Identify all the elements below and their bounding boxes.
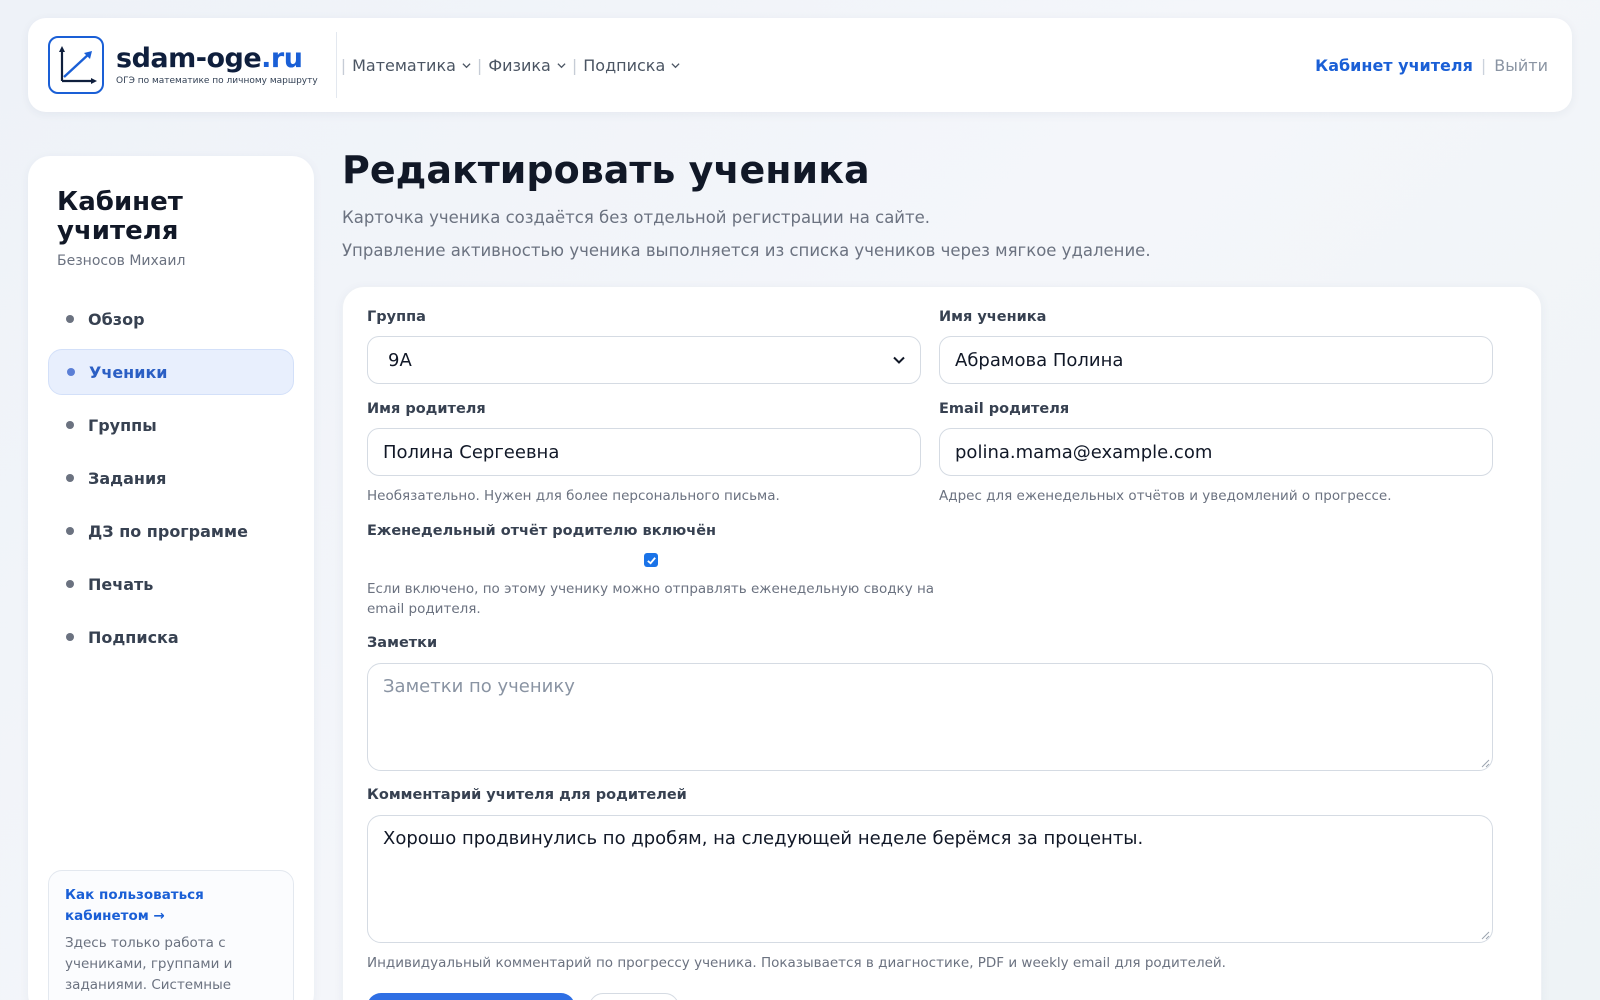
group-select[interactable]: 9А	[367, 336, 921, 384]
nav-physics-label: Физика	[488, 55, 551, 75]
notes-textarea[interactable]: Заметки по ученику	[367, 663, 1493, 771]
weekly-report-label: Еженедельный отчёт родителю включён	[367, 523, 717, 539]
sidebar-user-name: Безносов Михаил	[57, 253, 186, 269]
header-divider	[335, 32, 337, 98]
teacher-cabinet-link[interactable]: Кабинет учителя	[1315, 56, 1473, 75]
weekly-report-hint: Если включено, по этому ученику можно от…	[367, 581, 935, 597]
checkmark-icon	[646, 556, 656, 565]
bullet-icon	[66, 527, 74, 535]
logo-tagline: ОГЭ по математике по личному маршруту	[116, 76, 318, 86]
sidebar-menu: Обзор Ученики Группы Задания ДЗ по прогр…	[48, 296, 294, 667]
chevron-down-icon	[557, 62, 566, 68]
nav-subscription-dropdown[interactable]: Подписка	[577, 56, 686, 75]
teacher-comment-value: Хорошо продвинулись по дробям, на следую…	[383, 828, 1144, 849]
header-link-separator: |	[1480, 55, 1487, 75]
help-link[interactable]: Как пользоваться кабинетом →	[65, 885, 277, 927]
nav-physics-dropdown[interactable]: Физика	[482, 56, 572, 75]
sidebar-item-label: Подписка	[88, 627, 179, 647]
weekly-report-checkbox[interactable]	[644, 553, 658, 567]
resize-handle-icon[interactable]	[1480, 758, 1490, 768]
sidebar-item-label: Группы	[88, 415, 157, 435]
bullet-icon	[67, 368, 75, 376]
student-name-input[interactable]: Абрамова Полина	[939, 336, 1493, 384]
bullet-icon	[66, 580, 74, 588]
weekly-report-hint-continued: email родителя.	[367, 601, 481, 617]
sidebar-item-overview[interactable]: Обзор	[48, 296, 294, 342]
sidebar-item-students[interactable]: Ученики	[48, 349, 294, 395]
resize-handle-icon[interactable]	[1480, 930, 1490, 940]
parent-email-input[interactable]: polina.mama@example.com	[939, 428, 1493, 476]
page-subtitle: Карточка ученика создаётся без отдельной…	[342, 208, 931, 227]
bullet-icon	[66, 315, 74, 323]
teacher-comment-textarea[interactable]: Хорошо продвинулись по дробям, на следую…	[367, 815, 1493, 943]
parent-email-hint: Адрес для еженедельных отчётов и уведомл…	[939, 488, 1392, 504]
sidebar-item-print[interactable]: Печать	[48, 561, 294, 607]
chevron-down-icon	[893, 356, 905, 364]
bullet-icon	[66, 474, 74, 482]
parent-name-input[interactable]: Полина Сергеевна	[367, 428, 921, 476]
teacher-comment-hint: Индивидуальный комментарий по прогрессу …	[367, 955, 1226, 971]
sidebar-item-label: ДЗ по программе	[88, 521, 248, 541]
sidebar-title: Кабинет учителя	[57, 187, 183, 246]
sidebar-item-label: Ученики	[89, 362, 168, 382]
parent-email-label: Email родителя	[939, 401, 1070, 417]
group-select-value: 9А	[388, 349, 412, 371]
teacher-comment-label: Комментарий учителя для родителей	[367, 787, 687, 803]
sidebar-item-label: Печать	[88, 574, 154, 594]
site-logo[interactable]: sdam-oge.ru ОГЭ по математике по личному…	[48, 36, 318, 94]
help-text: Здесь только работа с учениками, группам…	[65, 935, 233, 993]
nav-subscription-label: Подписка	[583, 55, 666, 75]
parent-name-hint: Необязательно. Нужен для более персональ…	[367, 488, 780, 504]
nav-math-label: Математика	[352, 55, 456, 75]
group-label: Группа	[367, 309, 426, 325]
notes-label: Заметки	[367, 635, 438, 651]
save-button[interactable]	[367, 993, 575, 1000]
logo-wordmark: sdam-oge.ru	[116, 43, 303, 74]
sidebar: Кабинет учителя Безносов Михаил Обзор Уч…	[28, 156, 314, 1000]
sidebar-item-groups[interactable]: Группы	[48, 402, 294, 448]
page-subtitle-secondary: Управление активностью ученика выполняет…	[342, 241, 1151, 260]
page-title: Редактировать ученика	[342, 148, 870, 192]
chevron-down-icon	[462, 62, 471, 68]
notes-placeholder: Заметки по ученику	[383, 676, 575, 697]
sidebar-item-label: Обзор	[88, 309, 145, 329]
sidebar-item-subscription[interactable]: Подписка	[48, 614, 294, 660]
bullet-icon	[66, 421, 74, 429]
sidebar-item-label: Задания	[88, 468, 167, 488]
top-header: sdam-oge.ru ОГЭ по математике по личному…	[28, 18, 1572, 112]
student-form-card: Группа 9А Имя ученика Абрамова Полина Им…	[342, 286, 1542, 1000]
bullet-icon	[66, 633, 74, 641]
sidebar-item-program-homework[interactable]: ДЗ по программе	[48, 508, 294, 554]
cancel-button[interactable]	[589, 993, 679, 1000]
nav-math-dropdown[interactable]: Математика	[346, 56, 477, 75]
chevron-down-icon	[671, 62, 680, 68]
chart-logo-icon	[48, 36, 104, 94]
main-nav: | Математика | Физика | Подписка	[341, 56, 687, 75]
student-name-label: Имя ученика	[939, 309, 1047, 325]
logout-link[interactable]: Выйти	[1494, 56, 1548, 75]
help-box: Как пользоваться кабинетом → Здесь тольк…	[48, 870, 294, 1000]
parent-name-label: Имя родителя	[367, 401, 486, 417]
sidebar-item-tasks[interactable]: Задания	[48, 455, 294, 501]
